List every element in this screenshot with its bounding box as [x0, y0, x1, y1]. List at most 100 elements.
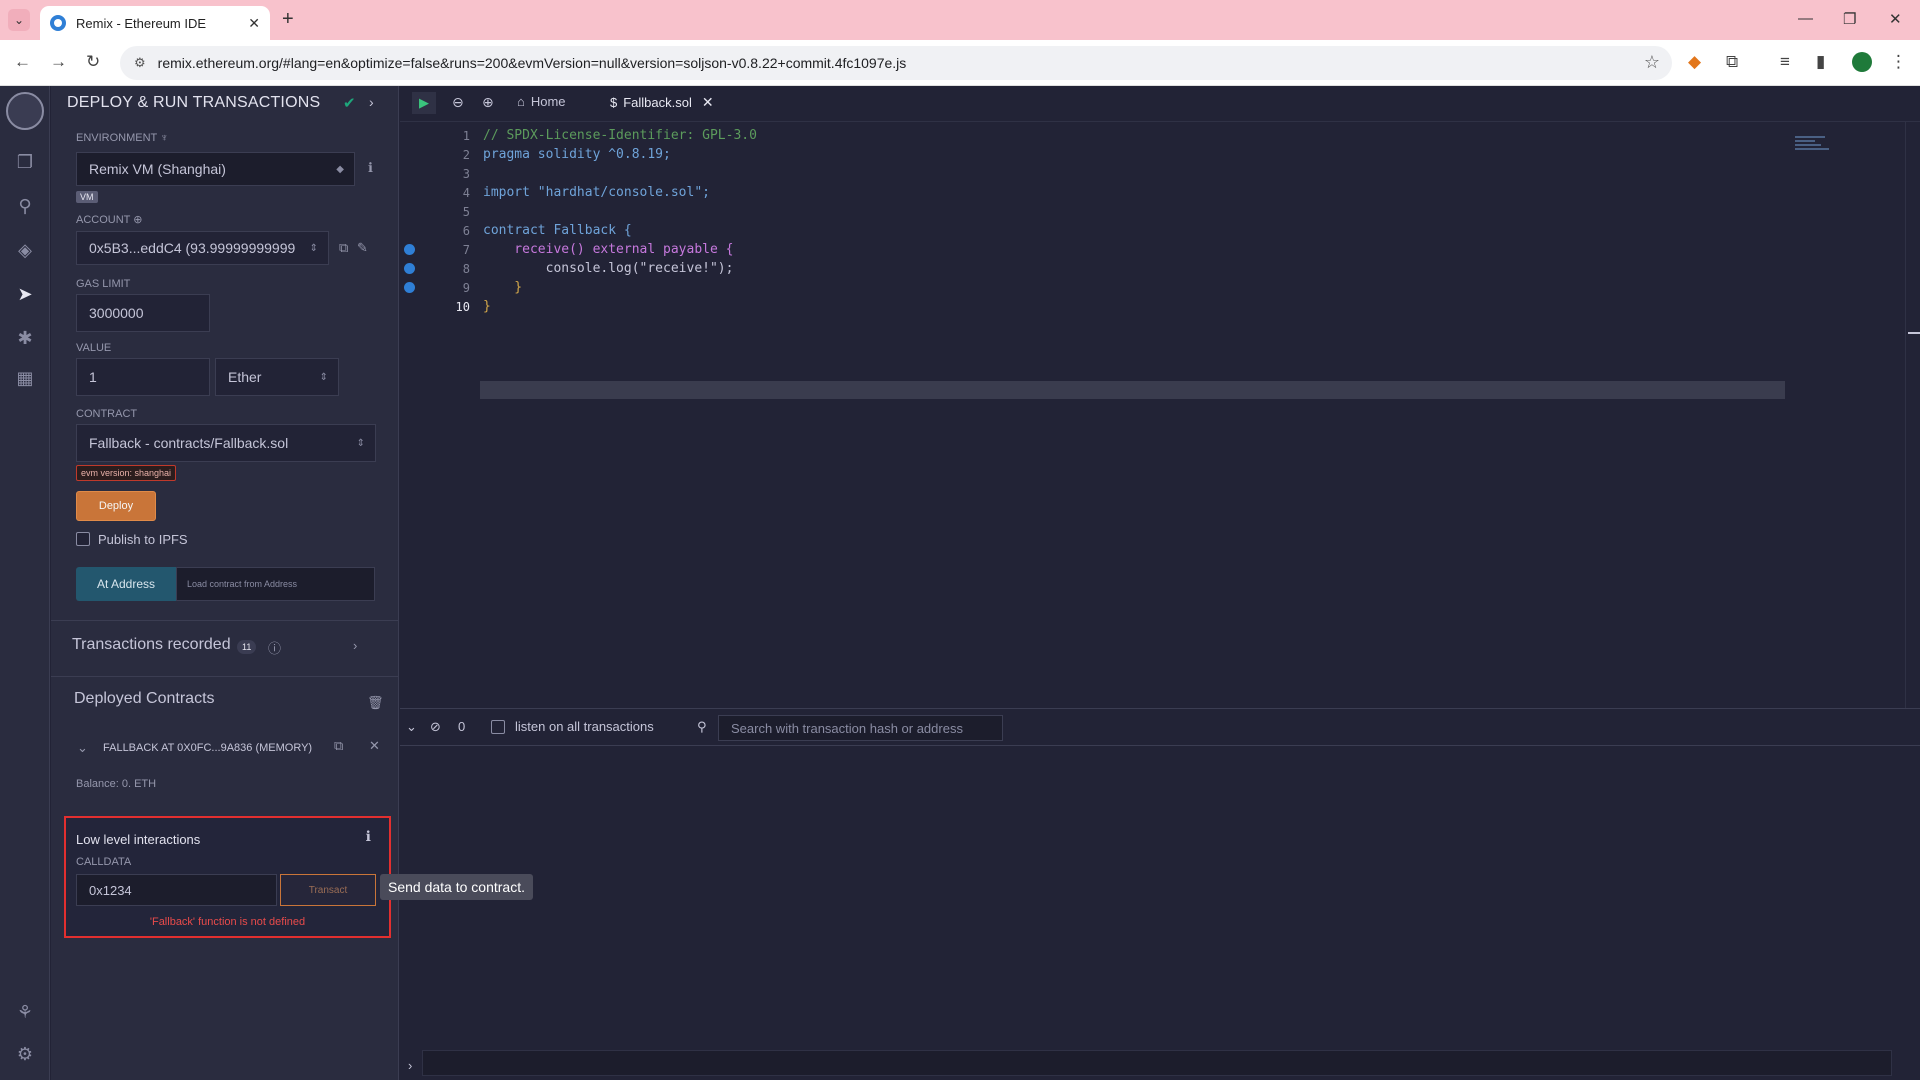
code-line[interactable]: 3	[400, 164, 1900, 183]
terminal-command-input[interactable]	[422, 1050, 1892, 1076]
close-window-icon[interactable]: ✕	[1889, 10, 1902, 28]
info-icon[interactable]: ℹ	[368, 160, 373, 176]
deploy-button[interactable]: Deploy	[76, 491, 156, 521]
minimap[interactable]	[1795, 136, 1831, 156]
code-line[interactable]: 2 pragma solidity ^0.8.19;	[400, 145, 1900, 164]
environment-select[interactable]: Remix VM (Shanghai) ◆	[76, 152, 355, 186]
edit-icon[interactable]: ✎	[357, 240, 368, 256]
forward-icon[interactable]: →	[50, 52, 67, 72]
tab-search-button[interactable]: ⌄	[8, 9, 30, 31]
code-text: receive() external payable {	[483, 242, 734, 257]
remix-favicon-icon	[50, 15, 66, 31]
bookmark-star-icon[interactable]: ☆	[1644, 52, 1660, 73]
settings-icon[interactable]: ⚙	[13, 1042, 37, 1066]
code-line[interactable]: 9 }	[400, 278, 1900, 297]
file-explorer-icon[interactable]: ❐	[13, 150, 37, 174]
copy-icon[interactable]: ⧉	[339, 240, 348, 256]
code-line[interactable]: 1 // SPDX-License-Identifier: GPL-3.0	[400, 126, 1900, 145]
breakpoint-marker[interactable]	[404, 282, 415, 293]
transaction-search-input[interactable]: Search with transaction hash or address	[718, 715, 1003, 741]
media-controls-icon[interactable]: ≡	[1780, 52, 1790, 72]
line-number: 4	[462, 185, 470, 200]
deploy-run-icon[interactable]: ➤	[13, 282, 37, 306]
clear-console-icon[interactable]: ⊘	[430, 719, 441, 735]
code-line[interactable]: 4 import "hardhat/console.sol";	[400, 183, 1900, 202]
play-icon[interactable]: ▶	[412, 92, 436, 114]
restore-icon[interactable]: ❐	[1843, 10, 1856, 28]
minimize-icon[interactable]: —	[1798, 10, 1813, 27]
solidity-compiler-icon[interactable]: ◈	[13, 238, 37, 262]
at-address-button[interactable]: At Address	[76, 567, 176, 601]
line-number: 6	[462, 223, 470, 238]
low-level-title: Low level interactions	[76, 832, 201, 847]
info-icon[interactable]: ⓘ	[268, 638, 281, 657]
collapse-terminal-icon[interactable]: ⌄	[406, 719, 417, 735]
listen-all-label: listen on all transactions	[515, 719, 654, 734]
code-editor[interactable]: 1 // SPDX-License-Identifier: GPL-3.0 2 pra…	[400, 122, 1920, 708]
code-line[interactable]: 5	[400, 202, 1900, 221]
extensions-icon[interactable]: ⧉	[1726, 52, 1738, 72]
new-tab-button[interactable]: +	[282, 8, 294, 31]
select-arrow-icon: ⇕	[309, 242, 318, 254]
calldata-input[interactable]: 0x1234	[76, 874, 277, 906]
load-contract-address-input[interactable]: Load contract from Address	[176, 567, 375, 601]
plus-icon[interactable]: ⊕	[133, 214, 142, 226]
chevron-right-icon[interactable]: ›	[353, 638, 357, 653]
line-number: 1	[462, 128, 470, 143]
select-arrow-icon: ◆	[336, 163, 344, 175]
publish-ipfs-checkbox[interactable]	[76, 532, 90, 546]
plugin-manager-icon[interactable]: ⚘	[13, 1000, 37, 1024]
learneth-icon[interactable]: ▦	[13, 366, 37, 390]
chevron-down-icon[interactable]: ⌄	[77, 740, 88, 756]
site-info-icon[interactable]: ⚙	[134, 55, 146, 71]
info-icon[interactable]: ℹ	[366, 828, 371, 845]
contract-instance-name[interactable]: FALLBACK AT 0X0FC...9A836 (MEMORY)	[103, 742, 312, 754]
reload-icon[interactable]: ↻	[86, 52, 100, 72]
code-line[interactable]: 8 console.log("receive!");	[400, 259, 1900, 278]
copy-icon[interactable]: ⧉	[334, 738, 343, 754]
code-line[interactable]: 6 contract Fallback {	[400, 221, 1900, 240]
close-icon[interactable]: ✕	[702, 94, 714, 111]
tab-home[interactable]: ⌂ Home	[517, 94, 566, 109]
zoom-out-icon[interactable]: ⊖	[452, 94, 464, 111]
close-tab-icon[interactable]: ✕	[248, 15, 260, 32]
gas-limit-input[interactable]: 3000000	[76, 294, 210, 332]
chevron-right-icon[interactable]: ›	[369, 94, 374, 110]
chrome-menu-icon[interactable]: ⋮	[1890, 52, 1907, 72]
scrollbar-track[interactable]	[1905, 122, 1906, 708]
side-panel-icon[interactable]: ▮	[1816, 52, 1825, 72]
breakpoint-marker[interactable]	[404, 263, 415, 274]
contract-select[interactable]: Fallback - contracts/Fallback.sol ⇕	[76, 424, 376, 462]
line-number: 3	[462, 166, 470, 181]
remix-logo-icon[interactable]	[6, 92, 44, 130]
trash-icon[interactable]: 🗑	[367, 695, 384, 711]
back-icon[interactable]: ←	[14, 52, 31, 72]
current-line-highlight	[480, 381, 1785, 399]
error-message: 'Fallback' function is not defined	[149, 916, 306, 928]
address-bar[interactable]: ⚙ remix.ethereum.org/#lang=en&optimize=f…	[120, 46, 1672, 80]
transact-button[interactable]: Transact	[280, 874, 376, 906]
tab-home-label: Home	[530, 94, 566, 109]
zoom-in-icon[interactable]: ⊕	[482, 94, 494, 111]
account-select[interactable]: 0x5B3...eddC4 (93.99999999999 ⇕	[76, 231, 329, 265]
value-input[interactable]: 1	[76, 358, 210, 396]
metamask-extension-icon[interactable]: ◆	[1688, 52, 1701, 72]
divider	[51, 620, 399, 621]
tab-file-label: Fallback.sol	[623, 95, 692, 110]
close-icon[interactable]: ✕	[369, 738, 380, 754]
low-level-interactions-box: Low level interactions ℹ CALLDATA 0x1234…	[64, 816, 391, 938]
code-line[interactable]: 10}	[400, 297, 1900, 316]
code-line[interactable]: 7 receive() external payable {	[400, 240, 1900, 259]
terminal-toolbar: ⌄ ⊘ 0 listen on all transactions ⚲ Searc…	[400, 708, 1920, 746]
value-unit-select[interactable]: Ether ⇕	[215, 358, 339, 396]
debugger-icon[interactable]: ✱	[13, 326, 37, 350]
profile-avatar[interactable]	[1852, 52, 1872, 72]
tab-fallback-sol[interactable]: $ Fallback.sol ✕	[610, 94, 714, 111]
breakpoint-marker[interactable]	[404, 244, 415, 255]
transactions-recorded-label[interactable]: Transactions recorded	[72, 636, 231, 654]
deployed-contracts-label: Deployed Contracts	[74, 690, 215, 707]
search-icon[interactable]: ⚲	[13, 194, 37, 218]
divider	[51, 676, 399, 677]
browser-tab[interactable]: Remix - Ethereum IDE ✕	[40, 6, 270, 40]
listen-all-checkbox[interactable]	[491, 720, 505, 734]
